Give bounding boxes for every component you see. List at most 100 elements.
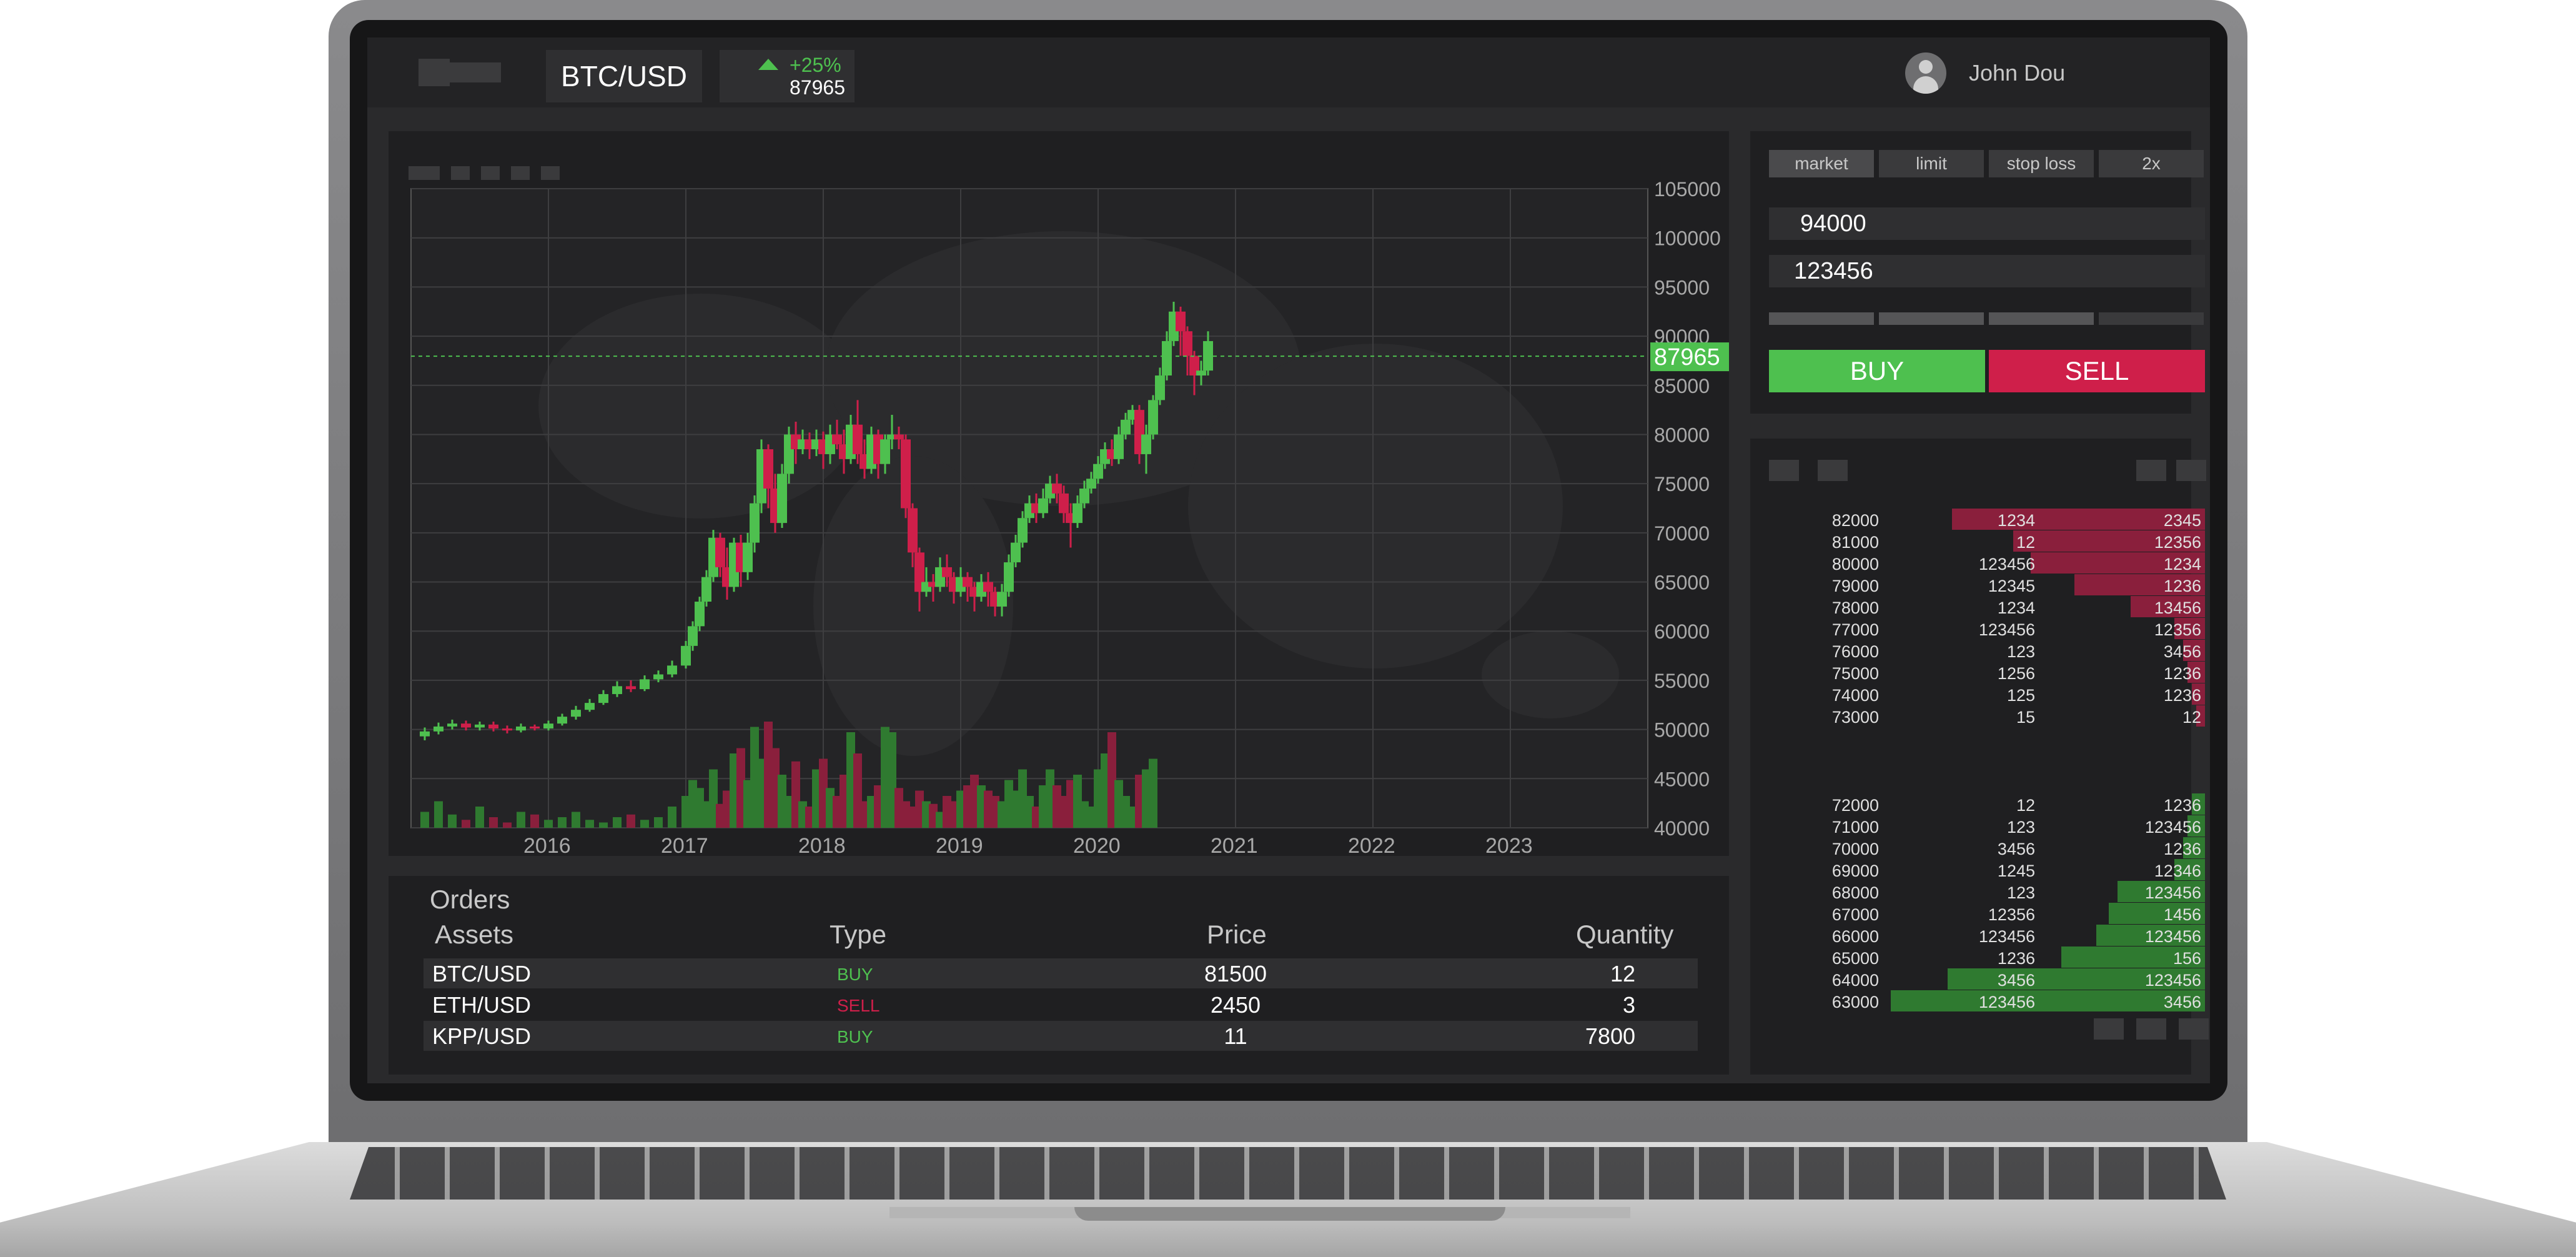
order-book-row[interactable]: 80000 123456 1234 (1769, 552, 2205, 574)
order-book-row[interactable]: 77000 123456 12356 (1769, 618, 2205, 639)
order-book-panel: 82000 1234 2345 81000 12 12356 80000 123456 1234… (1750, 439, 2209, 1075)
order-book-row[interactable]: 63000 123456 3456 (1769, 990, 2205, 1011)
price-input[interactable]: 94000 (1769, 207, 2205, 240)
y-tick-label: 45000 (1654, 768, 1710, 790)
order-book-row[interactable]: 81000 12 12356 (1769, 530, 2205, 552)
book-total: 1236 (2163, 664, 2201, 683)
order-book-row[interactable]: 76000 123 3456 (1769, 640, 2205, 661)
candle-body (1114, 434, 1124, 459)
candle-body (715, 537, 725, 567)
current-price: 87965 (790, 76, 845, 99)
order-price: 11 (1224, 1023, 1247, 1049)
y-tick-label: 85000 (1654, 375, 1710, 397)
tab-market[interactable]: market (1769, 150, 1874, 177)
candle-body (461, 723, 471, 728)
candle-body (612, 686, 622, 694)
order-quantity: 7800 (1585, 1023, 1635, 1049)
chart-tool-button[interactable] (451, 166, 470, 180)
candle-body (502, 728, 512, 731)
volume-bar (585, 820, 594, 828)
chart-tool-button[interactable] (511, 166, 530, 180)
candle-body (598, 693, 608, 703)
order-book-row[interactable]: 72000 12 1236 (1769, 793, 2205, 815)
leverage-segment[interactable] (1769, 312, 1874, 325)
x-tick-label: 2023 (1485, 834, 1533, 856)
order-book-row[interactable]: 70000 3456 1236 (1769, 837, 2205, 858)
order-book-row[interactable]: 65000 1236 156 (1769, 946, 2205, 968)
book-amount: 123456 (1978, 555, 2035, 574)
buy-button[interactable]: BUY (1769, 350, 1985, 392)
candle-body (908, 508, 918, 553)
order-book-row[interactable]: 79000 12345 1236 (1769, 574, 2205, 595)
amount-input[interactable]: 123456 (1769, 255, 2205, 287)
book-total: 13456 (2154, 599, 2201, 617)
book-total: 123456 (2144, 971, 2201, 990)
user-avatar-icon[interactable] (1905, 52, 1946, 94)
volume-bar (668, 807, 676, 828)
order-book-page-button[interactable] (2094, 1018, 2124, 1040)
candle-body (1141, 434, 1151, 454)
tab-limit[interactable]: limit (1879, 150, 1984, 177)
tab-2x[interactable]: 2x (2099, 150, 2204, 177)
chart-tool-button[interactable] (481, 166, 500, 180)
order-asset: KPP/USD (432, 1023, 532, 1049)
candle-body (420, 731, 430, 737)
order-book-view-button[interactable] (1818, 460, 1848, 481)
book-amount: 1256 (1997, 664, 2035, 683)
order-book-row[interactable]: 68000 123 123456 (1769, 881, 2205, 902)
book-price: 75000 (1831, 664, 1879, 683)
order-row[interactable]: ETH/USD SELL 2450 3 (424, 990, 1698, 1020)
candlestick-chart[interactable]: 1050001000009500090000850008000075000700… (389, 131, 1729, 856)
order-book-row[interactable]: 74000 125 1236 (1769, 683, 2205, 705)
order-book-row[interactable]: 66000 123456 123456 (1769, 925, 2205, 946)
book-price: 69000 (1831, 862, 1879, 880)
leverage-segment[interactable] (1879, 312, 1984, 325)
order-book-setting-button[interactable] (2176, 460, 2206, 481)
order-book-row[interactable]: 64000 3456 123456 (1769, 968, 2205, 990)
candle-body (1038, 498, 1048, 514)
user-name[interactable]: John Dou (1969, 60, 2065, 86)
candle-body (688, 626, 698, 646)
order-book-row[interactable]: 71000 123 123456 (1769, 815, 2205, 837)
chart-tool-button[interactable] (541, 166, 560, 180)
keyboard (350, 1147, 2226, 1200)
volume-bar (503, 822, 512, 828)
col-quantity: Quantity (1576, 920, 1674, 949)
order-book-setting-button[interactable] (2136, 460, 2166, 481)
order-book-row[interactable]: 69000 1245 12346 (1769, 859, 2205, 880)
candle-body (571, 710, 581, 717)
order-book-row[interactable]: 75000 1256 1236 (1769, 662, 2205, 683)
order-book-row[interactable]: 82000 1234 2345 (1769, 509, 2205, 530)
candle-body (997, 592, 1007, 607)
lid-notch (1074, 1207, 1505, 1221)
y-tick-label: 65000 (1654, 572, 1710, 594)
tab-stop-loss[interactable]: stop loss (1989, 150, 2094, 177)
candle-body (901, 439, 911, 509)
chart-tool-button[interactable] (409, 166, 440, 180)
order-row[interactable]: KPP/USD BUY 11 7800 (424, 1021, 1698, 1051)
price-ticker: +25% 87965 (720, 50, 855, 102)
y-tick-label: 105000 (1654, 178, 1721, 201)
order-book-row[interactable]: 78000 1234 13456 (1769, 596, 2205, 617)
top-bar: BTC/USD +25% 87965 John Dou (367, 37, 2210, 107)
leverage-segment[interactable] (1989, 312, 2094, 325)
book-total: 3456 (2163, 993, 2201, 1011)
order-row[interactable]: BTC/USD BUY 81500 12 (424, 958, 1698, 988)
book-amount: 123 (2006, 883, 2035, 902)
orders-title: Orders (430, 885, 510, 914)
order-book-row[interactable]: 67000 12356 1456 (1769, 903, 2205, 924)
leverage-segment[interactable] (2099, 312, 2204, 325)
order-book-row[interactable]: 73000 15 12 (1769, 705, 2205, 727)
order-book-view-button[interactable] (1769, 460, 1799, 481)
volume-bar (462, 820, 470, 828)
sell-button[interactable]: SELL (1989, 350, 2205, 392)
book-price: 63000 (1831, 993, 1879, 1011)
order-book-page-button[interactable] (2136, 1018, 2166, 1040)
map-continent (813, 456, 1013, 756)
price-change: +25% (790, 54, 841, 76)
book-price: 77000 (1831, 620, 1879, 639)
order-book-page-button[interactable] (2179, 1018, 2209, 1040)
map-continent (538, 294, 863, 519)
pair-selector[interactable]: BTC/USD (546, 50, 702, 102)
candle-body (530, 726, 540, 729)
